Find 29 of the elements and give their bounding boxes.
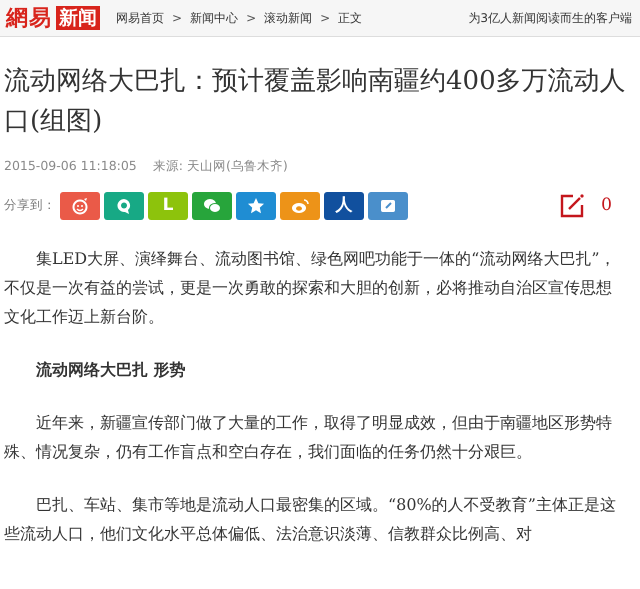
- comment-count[interactable]: 0: [601, 193, 612, 218]
- article-paragraph: 集LED大屏、演绎舞台、流动图书馆、绿色网吧功能于一体的“流动网络大巴扎”，不仅是一次有益的尝试，更是一次勇敢的探索和大胆的创新，必将推动自治区宣传思想文化工作迈上新台阶。: [4, 248, 616, 328]
- breadcrumb-link[interactable]: 正文: [338, 9, 362, 27]
- share-button[interactable]: [192, 192, 232, 220]
- slogan-link[interactable]: 为3亿人新闻阅读而生的客户端: [468, 9, 632, 27]
- breadcrumb-separator: >: [246, 10, 256, 27]
- section-heading: 流动网络大巴扎 形势: [35, 358, 187, 381]
- star-icon[interactable]: [246, 196, 266, 216]
- breadcrumb-separator: >: [320, 10, 330, 27]
- breadcrumb-link[interactable]: 滚动新闻: [264, 9, 312, 27]
- logo-text[interactable]: 網易: [6, 7, 52, 29]
- source-link[interactable]: 来源: 天山网(乌鲁木齐): [152, 157, 288, 176]
- share-button[interactable]: [280, 192, 320, 220]
- share-button[interactable]: [104, 192, 144, 220]
- publish-time: 2015-09-06 11:18:05: [4, 157, 137, 175]
- article-paragraph: 近年来，新疆宣传部门做了大量的工作，取得了明显成效，但由于南疆地区形势特殊、情况复杂，仍有工作盲点和空白存在，我们面临的任务仍然十分艰巨。: [4, 412, 613, 463]
- share-button[interactable]: [60, 192, 100, 220]
- breadcrumb-separator: >: [172, 10, 182, 27]
- article-paragraph: 巴扎、车站、集市等地是流动人口最密集的区域。“80%的人不受教育”主体正是这些流动人口，他们文化水平总体偏低、法治意识淡薄、信教群众比例高、对: [4, 494, 617, 545]
- share-button[interactable]: [368, 192, 408, 220]
- comment-icon[interactable]: [559, 192, 586, 219]
- share-button[interactable]: 人: [324, 192, 364, 220]
- breadcrumb-link[interactable]: 网易首页: [116, 9, 164, 27]
- breadcrumb-link[interactable]: 新闻中心: [190, 9, 238, 27]
- share-label: 分享到：: [4, 196, 56, 214]
- logo-badge[interactable]: 新闻: [56, 6, 100, 30]
- smiley-icon[interactable]: [70, 196, 90, 216]
- share-button[interactable]: [236, 192, 276, 220]
- article-title: 流动网络大巴扎：预计覆盖影响南疆约400多万流动人口(组图): [4, 65, 627, 138]
